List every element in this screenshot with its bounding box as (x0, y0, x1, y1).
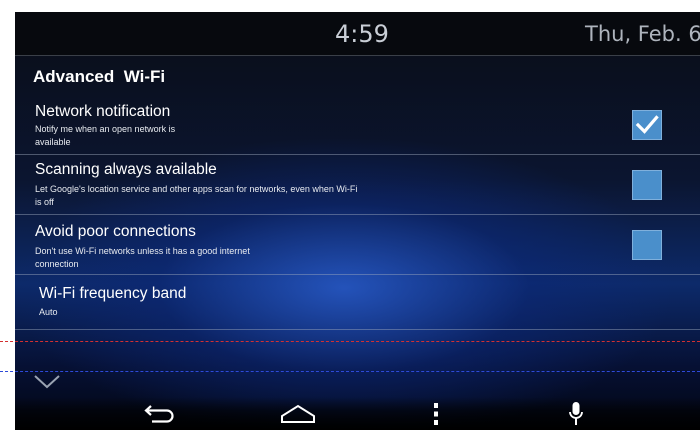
home-button[interactable] (273, 397, 323, 430)
setting-title: Wi-Fi frequency band (39, 285, 187, 302)
setting-wifi-frequency-band[interactable]: Wi-Fi frequency band Auto (15, 275, 700, 330)
setting-title: Scanning always available (35, 161, 217, 178)
menu-button[interactable] (421, 397, 451, 430)
setting-network-notification[interactable]: Network notification Notify me when an o… (15, 100, 700, 155)
setting-summary: Let Google's location service and other … (35, 184, 358, 207)
checkmark-icon (635, 115, 659, 134)
chevron-down-icon[interactable] (33, 374, 61, 390)
red-guide-line (0, 341, 700, 342)
setting-scanning-always-available[interactable]: Scanning always available Let Google's l… (15, 155, 700, 215)
scanning-always-available-checkbox[interactable] (632, 170, 662, 200)
navigation-bar (15, 397, 700, 430)
voice-search-button[interactable] (561, 397, 591, 430)
setting-title: Network notification (35, 103, 171, 120)
status-bar: 4:59 Thu, Feb. 6 (15, 12, 700, 56)
microphone-icon (569, 401, 583, 425)
setting-avoid-poor-connections[interactable]: Avoid poor connections Don't use Wi-Fi n… (15, 215, 700, 275)
clock: 4:59 (335, 20, 389, 48)
setting-summary: Auto (39, 307, 58, 317)
setting-summary: Don't use Wi-Fi networks unless it has a… (35, 246, 250, 269)
setting-summary: Notify me when an open network is availa… (35, 124, 176, 147)
date: Thu, Feb. 6 (585, 22, 700, 46)
network-notification-checkbox[interactable] (632, 110, 662, 140)
blue-guide-line (0, 371, 700, 372)
back-button[interactable] (135, 397, 185, 430)
back-icon (144, 404, 174, 423)
setting-title: Avoid poor connections (35, 223, 196, 240)
menu-icon (434, 402, 438, 425)
android-screen: 4:59 Thu, Feb. 6 Advanced Wi-Fi Network … (15, 12, 700, 430)
avoid-poor-connections-checkbox[interactable] (632, 230, 662, 260)
page-title: Advanced Wi-Fi (33, 67, 166, 86)
home-icon (281, 404, 315, 423)
